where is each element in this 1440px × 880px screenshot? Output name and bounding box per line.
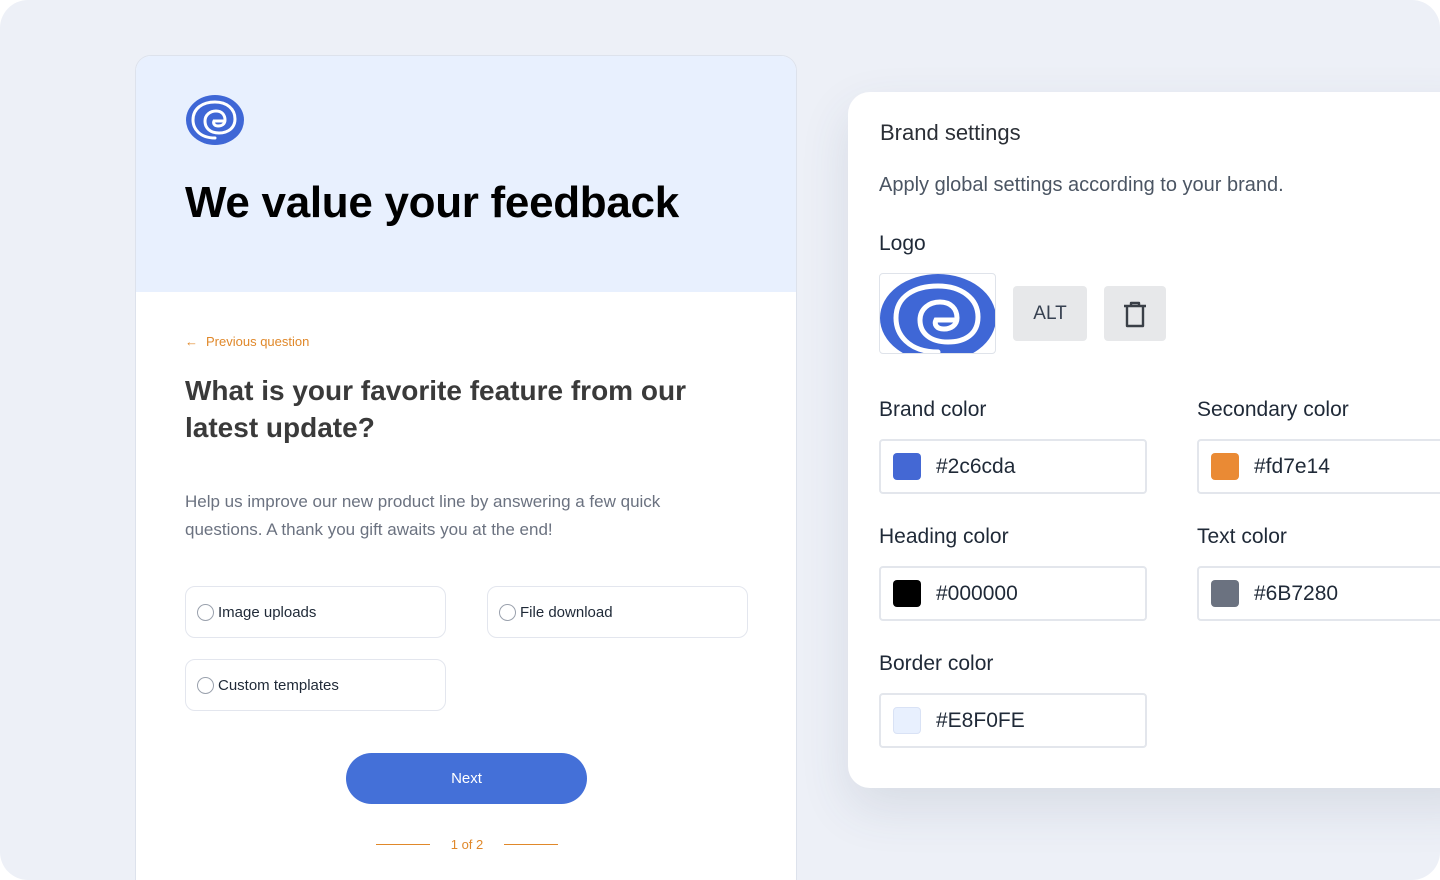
- logo-label: Logo: [879, 232, 926, 255]
- heading-color-label: Heading color: [879, 525, 1009, 548]
- color-swatch[interactable]: [893, 707, 921, 734]
- pager-label: 1 of 2: [450, 836, 484, 852]
- previous-question-label: Previous question: [206, 334, 310, 349]
- color-swatch[interactable]: [1211, 580, 1239, 607]
- alt-text-button[interactable]: ALT: [1013, 286, 1087, 341]
- text-color-value: #6B7280: [1254, 581, 1339, 605]
- border-color-field[interactable]: #E8F0FE: [879, 693, 1147, 748]
- color-swatch[interactable]: [893, 453, 921, 480]
- secondary-color-value: #fd7e14: [1254, 454, 1330, 478]
- question-text: What is your favorite feature from our l…: [185, 375, 686, 443]
- panel-title: Brand settings: [880, 120, 1021, 145]
- spiral-logo-icon: [880, 274, 995, 353]
- secondary-color-label: Secondary color: [1197, 398, 1349, 421]
- text-color-field[interactable]: #6B7280: [1197, 566, 1440, 621]
- survey-header: We value your feedback: [136, 56, 796, 292]
- delete-logo-button[interactable]: [1104, 286, 1166, 341]
- text-color-label: Text color: [1197, 525, 1287, 548]
- logo-preview[interactable]: [879, 273, 996, 354]
- arrow-left-icon: ←: [185, 334, 198, 349]
- brand-color-label: Brand color: [879, 398, 987, 421]
- trash-icon: [1124, 301, 1146, 327]
- border-color-value: #E8F0FE: [936, 708, 1025, 732]
- panel-subtitle: Apply global settings according to your …: [879, 174, 1284, 196]
- option-label: Custom templates: [218, 676, 339, 694]
- pagination: 1 of 2: [376, 834, 558, 854]
- spiral-logo-icon: [186, 95, 244, 145]
- previous-question-link[interactable]: ← Previous question: [185, 334, 309, 349]
- heading-color-value: #000000: [936, 581, 1018, 605]
- radio-icon[interactable]: [197, 603, 214, 621]
- color-swatch[interactable]: [893, 580, 921, 607]
- survey-card: We value your feedback ← Previous questi…: [135, 55, 797, 880]
- heading-color-field[interactable]: #000000: [879, 566, 1147, 621]
- border-color-label: Border color: [879, 652, 994, 675]
- option-custom-templates[interactable]: Custom templates: [185, 659, 446, 711]
- next-button[interactable]: Next: [346, 753, 587, 804]
- option-file-download[interactable]: File download: [487, 586, 748, 638]
- option-label: File download: [520, 603, 613, 621]
- radio-icon[interactable]: [197, 676, 214, 694]
- pager-line-right: [504, 843, 558, 845]
- color-swatch[interactable]: [1211, 453, 1239, 480]
- brand-settings-panel: Brand settings Apply global settings acc…: [848, 92, 1440, 788]
- pager-line-left: [376, 843, 430, 845]
- option-label: Image uploads: [218, 603, 317, 621]
- radio-icon[interactable]: [499, 603, 516, 621]
- survey-title: We value your feedback: [185, 178, 679, 227]
- secondary-color-field[interactable]: #fd7e14: [1197, 439, 1440, 494]
- option-image-uploads[interactable]: Image uploads: [185, 586, 446, 638]
- brand-color-field[interactable]: #2c6cda: [879, 439, 1147, 494]
- helper-text: Help us improve our new product line by …: [185, 492, 661, 539]
- brand-color-value: #2c6cda: [936, 454, 1016, 478]
- canvas: We value your feedback ← Previous questi…: [0, 0, 1440, 880]
